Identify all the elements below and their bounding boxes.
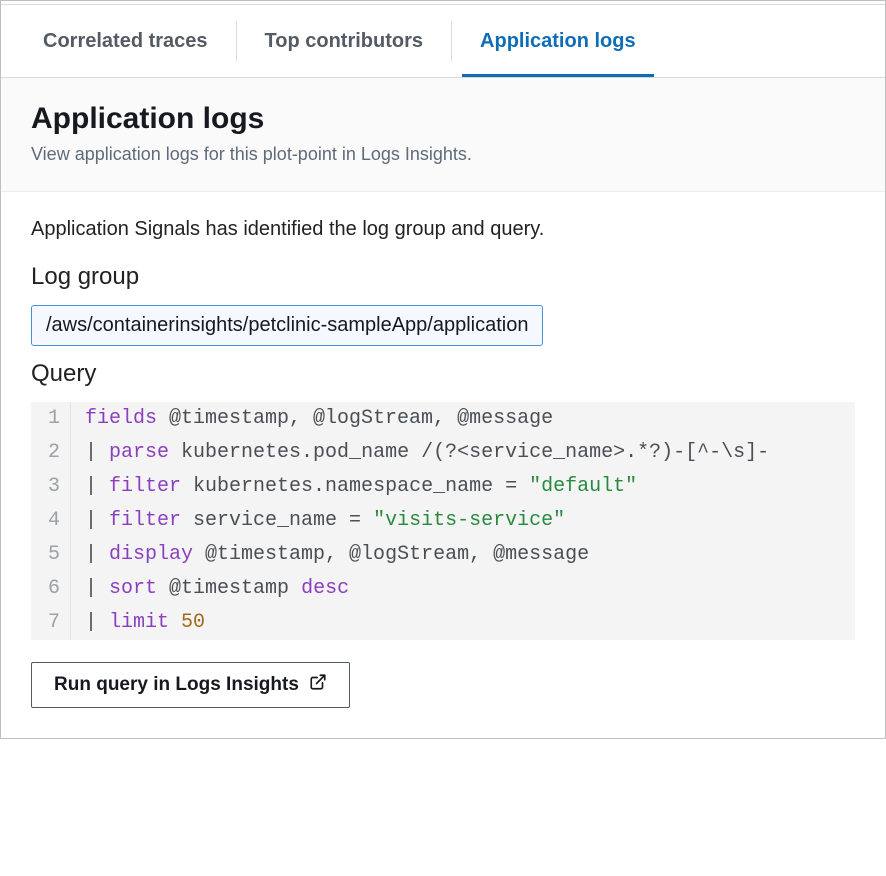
code-text: | limit 50	[71, 606, 205, 640]
line-number: 6	[31, 572, 71, 606]
tab-separator	[451, 21, 452, 61]
line-number: 7	[31, 606, 71, 640]
query-code-block[interactable]: 1fields @timestamp, @logStream, @message…	[31, 402, 855, 640]
line-number: 1	[31, 402, 71, 436]
tab-separator	[236, 21, 237, 61]
code-text: | sort @timestamp desc	[71, 572, 349, 606]
external-link-icon	[309, 673, 327, 697]
code-text: | parse kubernetes.pod_name /(?<service_…	[71, 436, 769, 470]
line-number: 2	[31, 436, 71, 470]
query-label: Query	[31, 360, 855, 388]
application-logs-panel: Correlated traces Top contributors Appli…	[0, 0, 886, 739]
tab-top-contributors[interactable]: Top contributors	[247, 5, 442, 77]
header: Application logs View application logs f…	[1, 77, 885, 192]
code-line: 3| filter kubernetes.namespace_name = "d…	[31, 470, 855, 504]
page-subtitle: View application logs for this plot-poin…	[31, 144, 855, 165]
intro-text: Application Signals has identified the l…	[31, 218, 855, 241]
line-number: 3	[31, 470, 71, 504]
code-text: | filter service_name = "visits-service"	[71, 504, 565, 538]
log-group-label: Log group	[31, 263, 855, 291]
code-line: 5| display @timestamp, @logStream, @mess…	[31, 538, 855, 572]
code-text: | filter kubernetes.namespace_name = "de…	[71, 470, 637, 504]
code-text: fields @timestamp, @logStream, @message	[71, 402, 553, 436]
content: Application Signals has identified the l…	[1, 192, 885, 738]
tabs: Correlated traces Top contributors Appli…	[1, 5, 885, 77]
code-line: 4| filter service_name = "visits-service…	[31, 504, 855, 538]
code-line: 2| parse kubernetes.pod_name /(?<service…	[31, 436, 855, 470]
line-number: 4	[31, 504, 71, 538]
tab-correlated-traces[interactable]: Correlated traces	[25, 5, 226, 77]
run-query-label: Run query in Logs Insights	[54, 674, 299, 696]
line-number: 5	[31, 538, 71, 572]
run-query-button[interactable]: Run query in Logs Insights	[31, 662, 350, 708]
page-title: Application logs	[31, 102, 855, 136]
code-line: 1fields @timestamp, @logStream, @message	[31, 402, 855, 436]
log-group-chip[interactable]: /aws/containerinsights/petclinic-sampleA…	[31, 305, 543, 346]
tab-application-logs[interactable]: Application logs	[462, 5, 654, 77]
code-line: 6| sort @timestamp desc	[31, 572, 855, 606]
code-line: 7| limit 50	[31, 606, 855, 640]
code-text: | display @timestamp, @logStream, @messa…	[71, 538, 589, 572]
